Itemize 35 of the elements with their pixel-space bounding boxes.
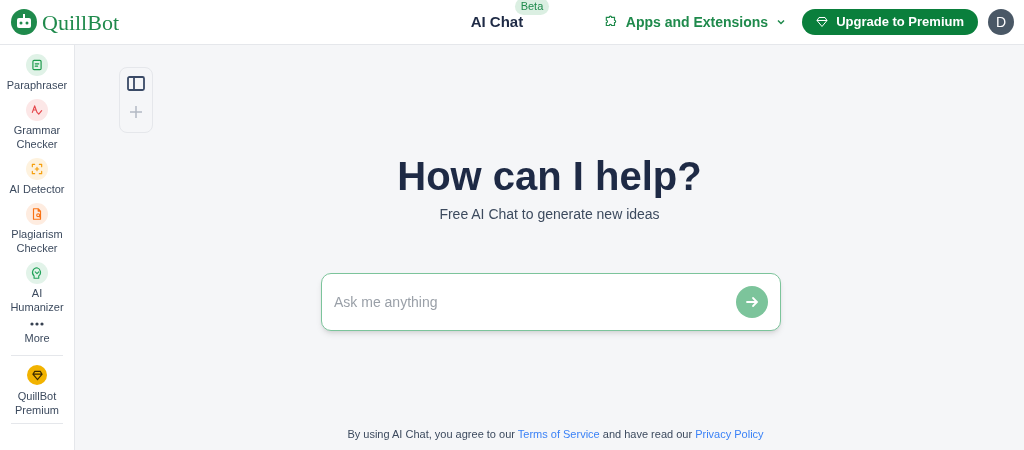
send-button[interactable] bbox=[736, 286, 768, 318]
sidebar-item[interactable]: AI Humanizer bbox=[6, 262, 68, 314]
sidebar-item[interactable]: Plagiarism Checker bbox=[6, 203, 68, 255]
terms-notice: By using AI Chat, you agree to our Terms of Service and have read our Privacy Policy bbox=[346, 426, 765, 442]
humanizer-icon bbox=[26, 262, 48, 284]
paraphraser-icon bbox=[26, 54, 48, 76]
upgrade-button[interactable]: Upgrade to Premium bbox=[802, 9, 978, 35]
plus-icon[interactable] bbox=[129, 105, 143, 119]
detector-icon bbox=[26, 158, 48, 180]
sidebar-item[interactable]: Paraphraser bbox=[6, 54, 68, 92]
chevron-down-icon bbox=[776, 17, 787, 27]
beta-badge: Beta bbox=[514, 0, 550, 15]
apps-menu[interactable]: Apps and Extensions bbox=[603, 11, 787, 33]
user-avatar[interactable]: D bbox=[988, 9, 1014, 35]
grammar-icon bbox=[26, 99, 48, 121]
premium-item[interactable]: QuillBot Premium bbox=[2, 365, 72, 417]
more-icon bbox=[29, 321, 45, 327]
terms-link[interactable]: Terms of Service bbox=[517, 427, 600, 440]
sidebar-item[interactable]: More bbox=[6, 321, 68, 345]
heading: How can I help? bbox=[397, 153, 702, 200]
robot-logo-icon bbox=[10, 8, 38, 36]
premium-icon bbox=[27, 365, 47, 385]
page-title: AI Chat bbox=[470, 13, 524, 30]
input-field[interactable]: Ask me anything bbox=[334, 291, 736, 313]
sidebar-item[interactable]: Grammar Checker bbox=[6, 99, 68, 151]
diamond-icon bbox=[816, 16, 829, 28]
subheading: Free AI Chat to generate new ideas bbox=[439, 205, 660, 224]
plagiarism-icon bbox=[26, 203, 48, 225]
sidebar-item[interactable]: AI Detector bbox=[6, 158, 68, 196]
sidebar-toggle-icon[interactable] bbox=[127, 76, 145, 91]
puzzle-icon bbox=[603, 15, 618, 29]
arrow-right-icon bbox=[745, 295, 759, 309]
logo-text: QuillBot bbox=[42, 8, 119, 37]
privacy-link[interactable]: Privacy Policy bbox=[695, 427, 764, 440]
chat-input[interactable]: Ask me anything bbox=[321, 273, 781, 331]
